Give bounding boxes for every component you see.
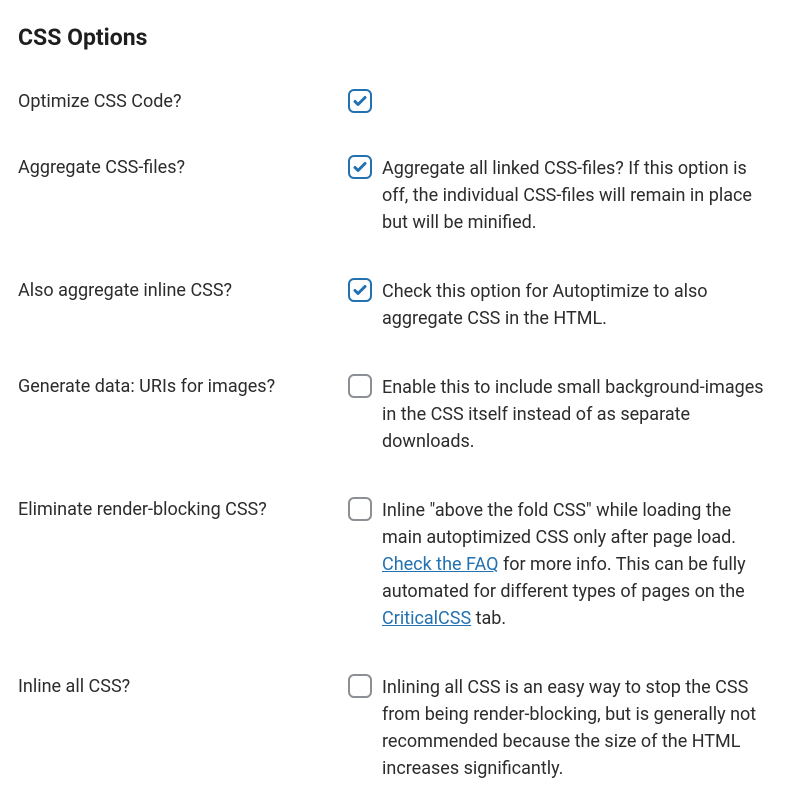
label-optimize-css: Optimize CSS Code? [18,89,348,112]
checkbox-optimize-css[interactable] [348,89,372,113]
desc-aggregate-css: Aggregate all linked CSS-files? If this … [382,155,772,236]
row-data-uris: Generate data: URIs for images? Enable t… [18,374,783,455]
label-aggregate-css: Aggregate CSS-files? [18,155,348,178]
checkbox-aggregate-inline-css[interactable] [348,278,372,302]
row-aggregate-inline-css: Also aggregate inline CSS? Check this op… [18,278,783,332]
section-heading: CSS Options [18,24,783,51]
desc-data-uris: Enable this to include small background-… [382,374,772,455]
checkbox-aggregate-css[interactable] [348,155,372,179]
link-criticalcss[interactable]: CriticalCSS [382,608,471,629]
desc-aggregate-inline-css: Check this option for Autoptimize to als… [382,278,772,332]
checkbox-render-blocking[interactable] [348,497,372,521]
desc-render-blocking: Inline "above the fold CSS" while loadin… [382,497,772,632]
label-data-uris: Generate data: URIs for images? [18,374,348,397]
row-inline-all: Inline all CSS? Inlining all CSS is an e… [18,674,783,782]
row-optimize-css: Optimize CSS Code? [18,89,783,113]
label-render-blocking: Eliminate render-blocking CSS? [18,497,348,520]
checkbox-inline-all[interactable] [348,674,372,698]
checkbox-data-uris[interactable] [348,374,372,398]
row-aggregate-css: Aggregate CSS-files? Aggregate all linke… [18,155,783,236]
row-render-blocking: Eliminate render-blocking CSS? Inline "a… [18,497,783,632]
label-aggregate-inline-css: Also aggregate inline CSS? [18,278,348,301]
label-inline-all: Inline all CSS? [18,674,348,697]
link-check-faq[interactable]: Check the FAQ [382,554,498,575]
desc-inline-all: Inlining all CSS is an easy way to stop … [382,674,772,782]
